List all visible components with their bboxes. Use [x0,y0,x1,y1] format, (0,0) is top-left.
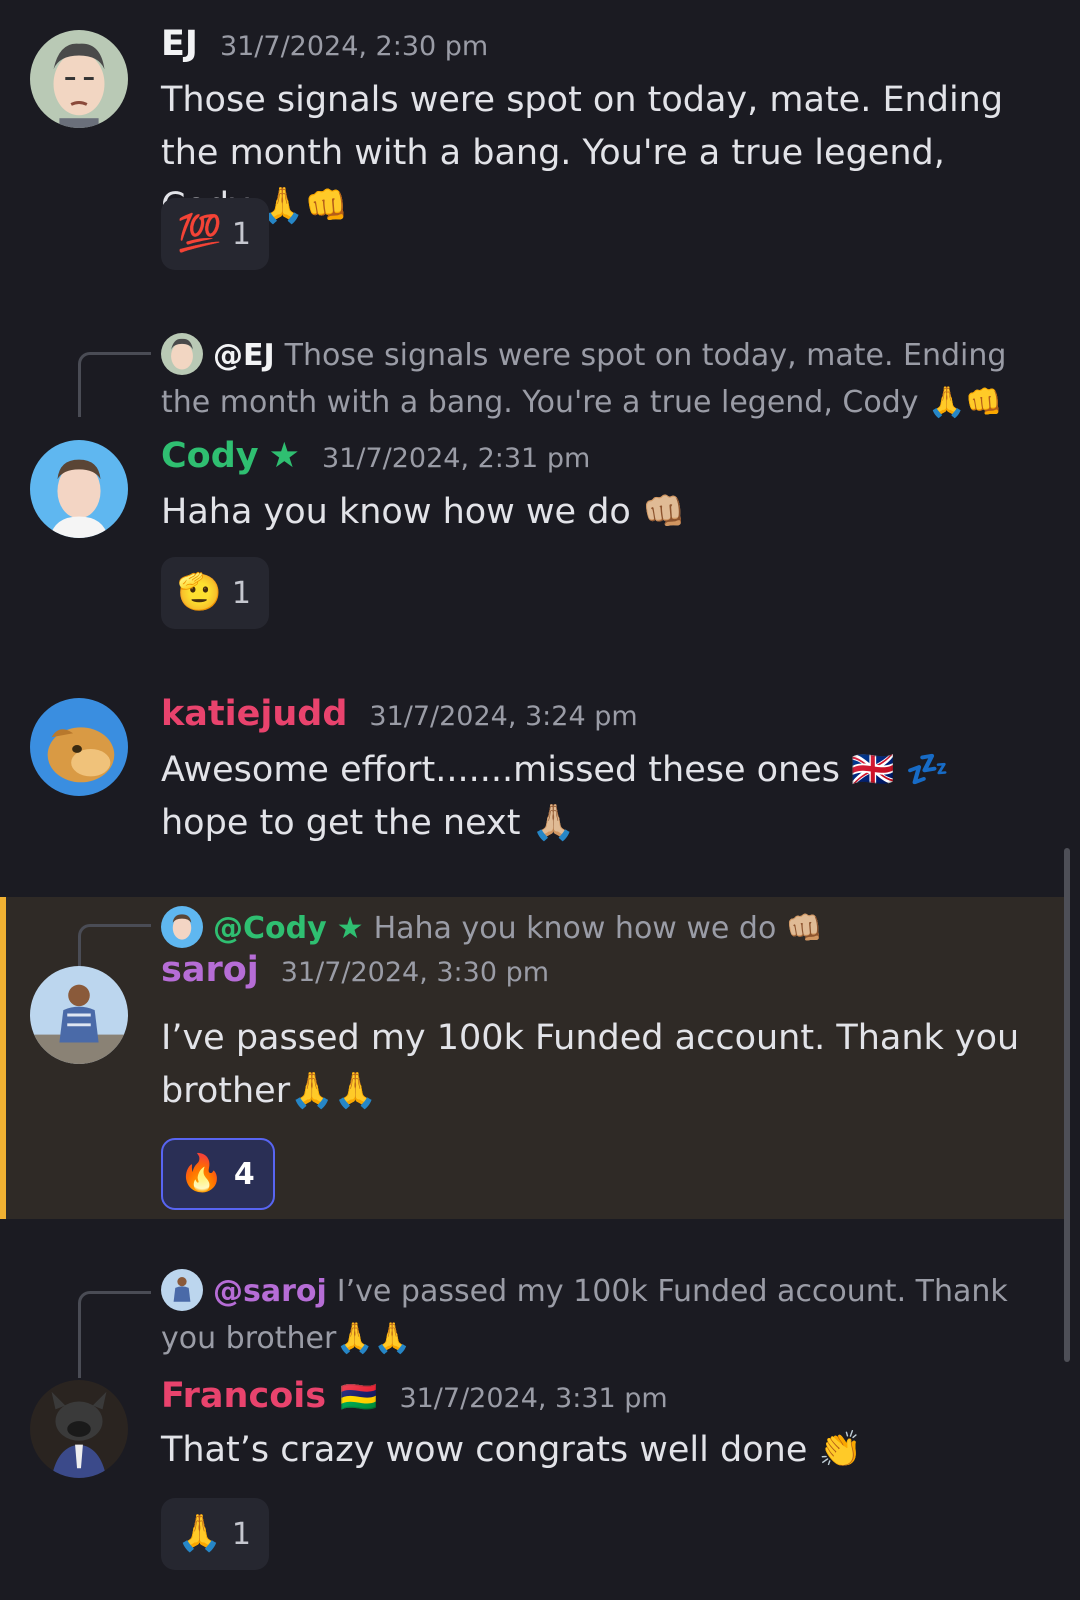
mauritius-flag-icon: 🇲🇺 [340,1380,378,1415]
reaction-button[interactable]: 🔥 4 [161,1138,275,1210]
timestamp: 31/7/2024, 3:24 pm [369,701,638,732]
username[interactable]: saroj [161,950,259,990]
hundred-icon: 💯 [177,213,222,254]
reply-text: Those signals were spot on today, mate. … [161,338,1007,420]
timestamp: 31/7/2024, 2:31 pm [322,443,591,474]
username[interactable]: Cody [161,436,259,476]
username[interactable]: katiejudd [161,694,347,734]
username[interactable]: Francois [161,1376,326,1416]
fire-icon: 🔥 [179,1153,224,1194]
reply-mention[interactable]: @Cody [213,911,327,946]
avatar-katiejudd[interactable] [30,698,128,796]
role-star-icon: ★ [336,911,364,946]
reply-preview[interactable]: @saroj I’ve passed my 100k Funded account… [161,1268,1041,1362]
reaction-count: 4 [233,1156,255,1192]
avatar-saroj[interactable] [30,966,128,1064]
reaction-button[interactable]: 🙏 1 [161,1498,269,1570]
mini-avatar-saroj [161,1269,203,1311]
reply-preview[interactable]: @Cody ★ Haha you know how we do 👊🏼 [161,905,1041,952]
reaction-button[interactable]: 💯 1 [161,198,269,270]
mini-avatar-cody [161,906,203,948]
mini-avatar-ej [161,333,203,375]
timestamp: 31/7/2024, 2:30 pm [219,31,489,62]
timestamp: 31/7/2024, 3:30 pm [280,957,550,988]
reaction-count: 1 [231,575,251,611]
scrollbar[interactable] [1064,848,1070,1362]
timestamp: 31/7/2024, 3:31 pm [399,1383,668,1414]
lion-cub-avatar-icon [30,698,128,796]
reply-connector [78,924,151,967]
reaction-count: 1 [231,216,251,252]
reply-mention[interactable]: @EJ [213,338,275,373]
salute-icon: 🫡 [177,572,222,613]
message-text: I’ve passed my 100k Funded account. Than… [161,1018,1020,1111]
role-star-icon: ★ [268,436,300,476]
bulldog-in-suit-avatar-icon [30,1380,128,1478]
reply-connector [78,352,151,417]
username[interactable]: EJ [161,24,198,64]
reaction-count: 1 [231,1516,251,1552]
reply-preview[interactable]: @EJ Those signals were spot on today, mat… [161,332,1041,426]
reaction-button[interactable]: 🫡 1 [161,557,269,629]
reply-connector [78,1291,151,1378]
message-text: Haha you know how we do 👊🏼 [161,492,686,532]
pray-icon: 🙏 [177,1513,222,1554]
message-text: Those signals were spot on today, mate. … [161,80,1004,226]
message-text: Awesome effort.......missed these ones 🇬… [161,750,950,843]
man-portrait-avatar-icon [30,440,128,538]
reply-mention[interactable]: @saroj [213,1274,327,1309]
man-outdoor-photo-avatar-icon [30,966,128,1064]
reply-text: Haha you know how we do 👊🏼 [373,911,824,946]
avatar-francois[interactable] [30,1380,128,1478]
cartoon-face-avatar-icon [30,30,128,128]
message-text: That’s crazy wow congrats well done 👏 [161,1430,863,1470]
avatar-cody[interactable] [30,440,128,538]
avatar-ej[interactable] [30,30,128,128]
